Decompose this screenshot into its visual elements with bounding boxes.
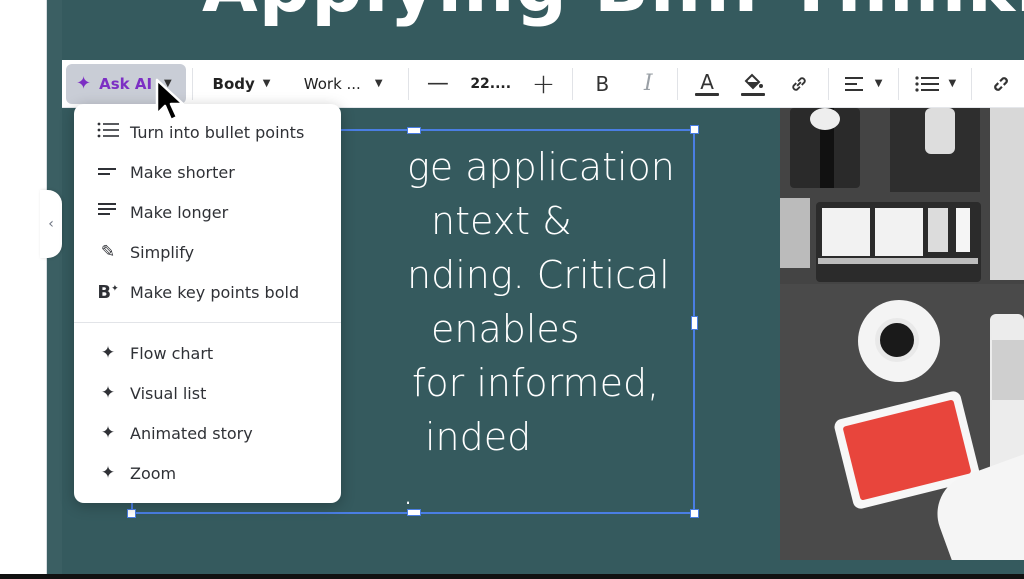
font-size-input[interactable]: 22.... [461,60,521,108]
resize-handle-tr[interactable] [690,125,699,134]
canvas-margin [47,0,62,579]
bold-icon: B [595,71,610,96]
sparkle-icon: ✦ [76,73,92,94]
decrease-font-size-button[interactable]: — [415,60,461,108]
font-family-dropdown[interactable]: Work ... ▼ [284,60,402,108]
menu-item-label: Make key points bold [130,282,300,302]
link-icon [792,76,806,91]
menu-item-label: Simplify [130,242,195,262]
highlight-color-button[interactable] [730,60,776,108]
menu-item-label: Visual list [130,383,207,403]
toolbar-divider [191,67,193,100]
unlink-icon [994,76,1009,91]
menu-item-label: Zoom [130,463,177,483]
chevron-down-icon: ▼ [374,78,383,89]
menu-item-visual-list[interactable]: ✦ Visual list [74,373,341,413]
sparkle-icon: ✦ [100,383,116,403]
short-lines-icon [96,162,120,182]
sparkle-icon: ✦ [100,423,116,443]
increase-font-size-button[interactable]: + [521,60,567,108]
text-color-button[interactable]: A [684,60,730,108]
unlink-button[interactable] [978,60,1024,108]
toolbar-divider [572,67,574,100]
minus-icon: — [426,71,449,96]
ask-ai-menu: Turn into bullet points Make shorter Mak… [74,104,341,503]
menu-item-key-points-bold[interactable]: B✦ Make key points bold [74,272,341,312]
menu-divider [74,322,341,323]
collapse-panel-button[interactable]: ‹ [40,190,62,258]
menu-item-simplify[interactable]: ✎ Simplify [74,232,341,272]
link-button[interactable] [776,60,822,108]
text-color-glyph: A [700,69,714,94]
pencil-icon: ✎ [100,242,116,262]
toolbar-divider [677,67,679,100]
resize-handle-bl[interactable] [127,509,136,518]
bullet-list-icon [96,122,120,143]
menu-item-make-shorter[interactable]: Make shorter [74,152,341,192]
mouse-pointer-icon [155,78,187,128]
chevron-down-icon: ▼ [948,78,957,89]
slide-title[interactable]: Applying Bi... Thinking [202,0,1024,28]
sparkle-icon: ✦ [100,463,116,483]
bullet-list-icon [914,75,939,92]
plus-icon: + [531,67,556,100]
toolbar-divider [407,67,409,100]
bold-button[interactable]: B [579,60,625,108]
align-dropdown[interactable]: ▼ [835,60,893,108]
menu-item-label: Flow chart [130,343,214,363]
sparkle-icon: ✦ [100,343,116,363]
list-dropdown[interactable]: ▼ [905,60,965,108]
menu-item-label: Make shorter [130,162,235,182]
chevron-left-icon: ‹ [48,216,54,232]
font-family-value: Work ... [303,74,361,93]
toolbar-divider [898,67,900,100]
long-lines-icon [96,202,120,222]
left-sidebar [0,0,46,579]
menu-item-label: Animated story [130,423,253,443]
text-style-dropdown[interactable]: Body ▼ [199,60,285,108]
menu-item-animated-story[interactable]: ✦ Animated story [74,413,341,453]
resize-handle-right[interactable] [691,316,698,330]
bottom-edge [0,574,1024,579]
text-color-icon: A [695,69,720,96]
ask-ai-label: Ask AI [99,74,153,93]
menu-item-flow-chart[interactable]: ✦ Flow chart [74,333,341,373]
toolbar-divider [971,67,973,100]
bold-sparkle-icon: B✦ [97,281,119,303]
menu-item-bullet-points[interactable]: Turn into bullet points [74,112,341,152]
desk-photo[interactable] [780,108,1024,560]
menu-item-label: Make longer [130,202,229,222]
chevron-down-icon: ▼ [874,78,883,89]
text-style-value: Body [212,74,255,93]
chevron-down-icon: ▼ [262,78,271,89]
resize-handle-bottom[interactable] [407,509,421,516]
italic-button[interactable]: I [625,60,671,108]
resize-handle-top[interactable] [407,127,421,134]
resize-handle-br[interactable] [690,509,699,518]
align-left-icon [844,76,863,91]
toolbar-divider [827,67,829,100]
menu-item-zoom[interactable]: ✦ Zoom [74,453,341,493]
italic-icon: I [643,71,653,96]
text-formatting-toolbar: ✦ Ask AI ▼ Body ▼ Work ... ▼ — 22.... + … [62,60,1024,108]
menu-item-make-longer[interactable]: Make longer [74,192,341,232]
paint-bucket-icon [740,72,765,96]
